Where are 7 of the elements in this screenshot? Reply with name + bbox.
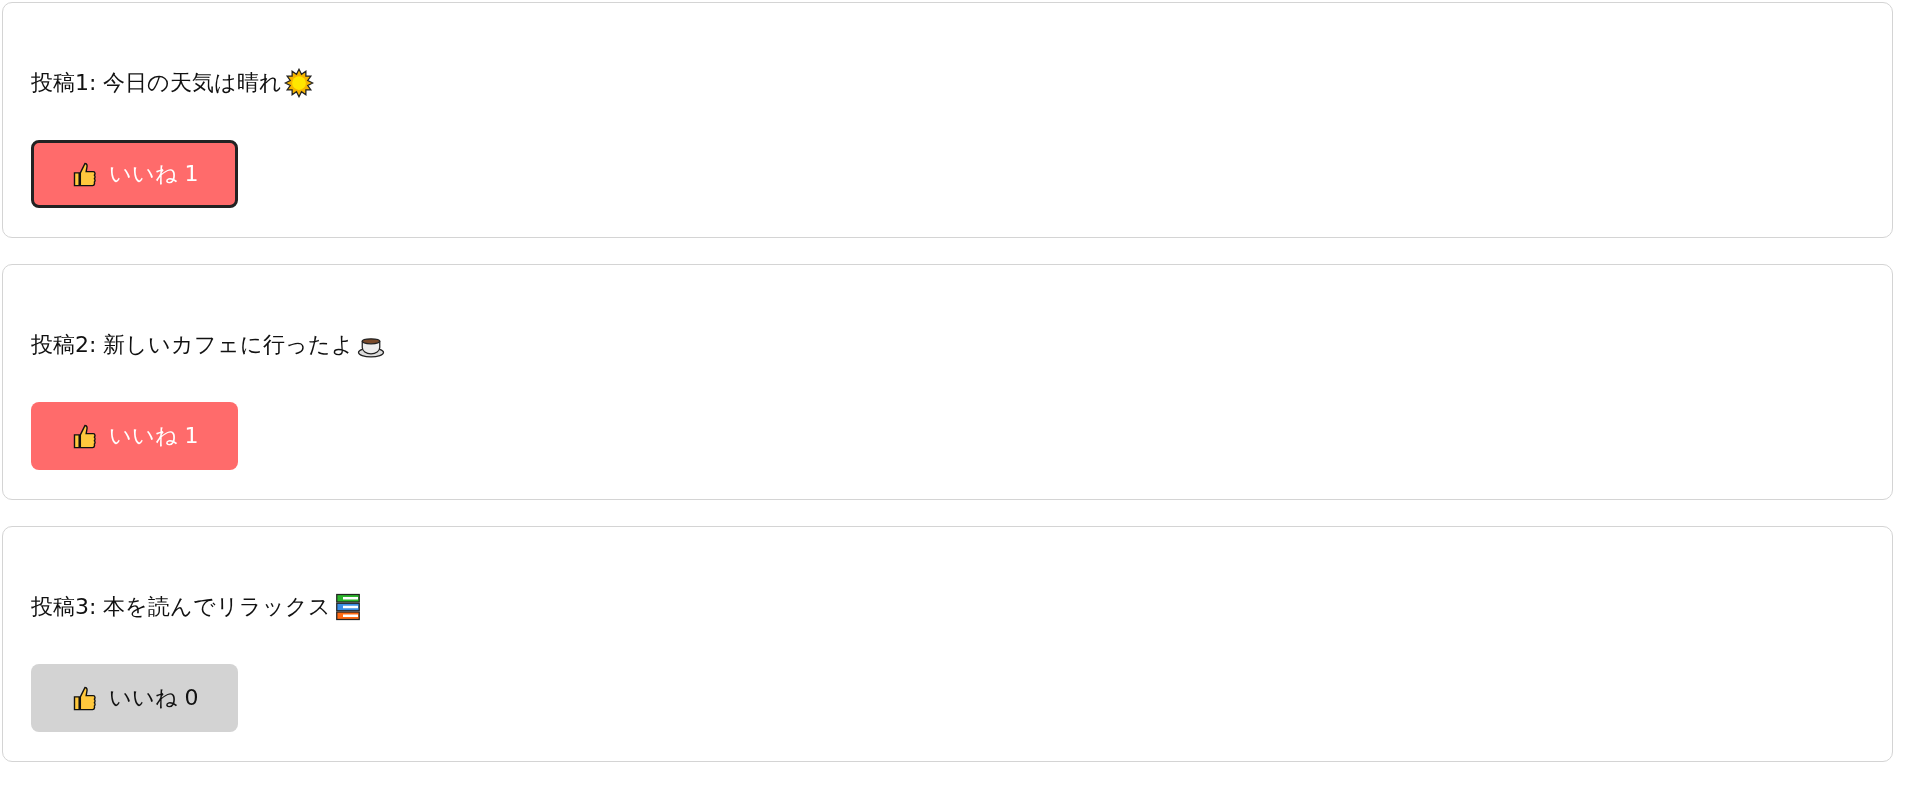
post-text: 投稿1: 今日の天気は晴れ xyxy=(31,69,283,97)
sun-icon xyxy=(284,68,315,98)
like-button[interactable]: いいね 0 xyxy=(31,664,238,732)
like-button[interactable]: いいね 1 xyxy=(31,140,238,208)
post-text: 投稿2: 新しいカフェに行ったよ xyxy=(31,331,355,359)
post-text: 投稿3: 本を読んでリラックス xyxy=(31,593,332,621)
like-button[interactable]: いいね 1 xyxy=(31,402,238,470)
